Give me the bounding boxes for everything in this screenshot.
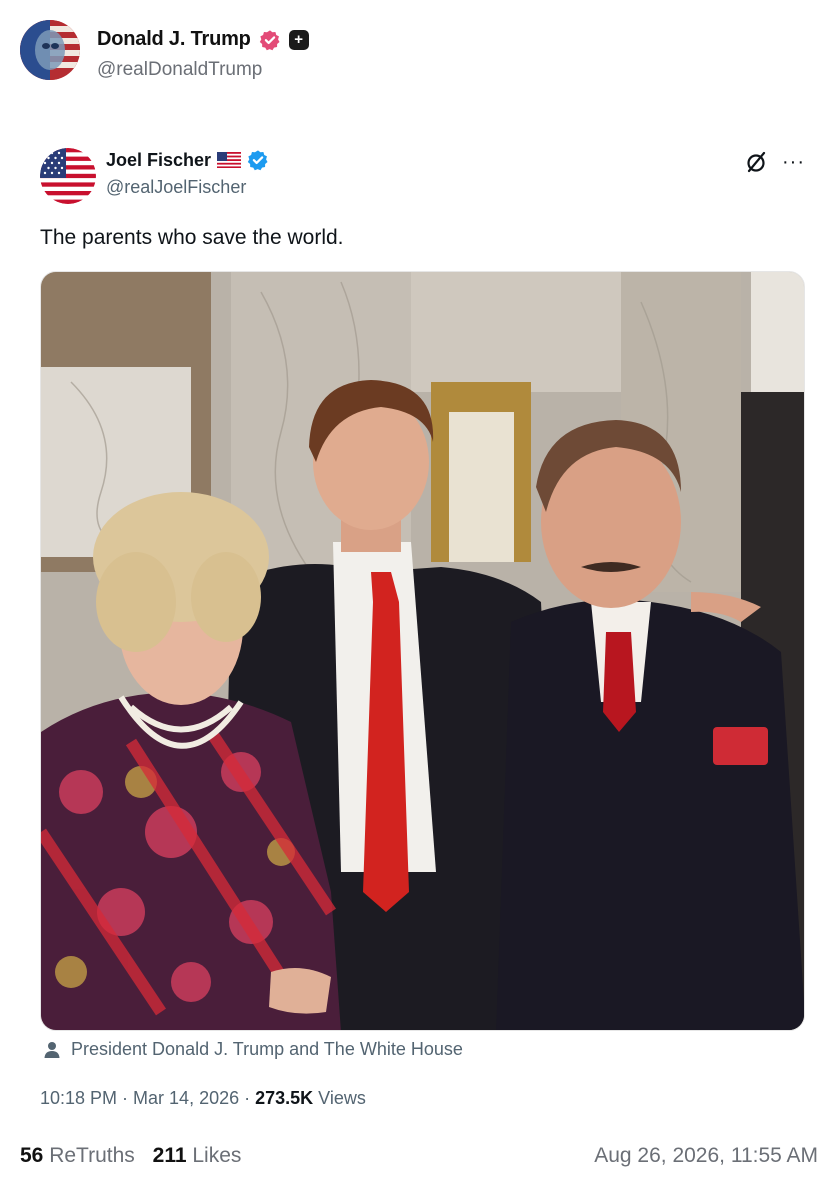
likes-count: 211 (152, 1144, 187, 1167)
post-date[interactable]: Mar 14, 2026 (133, 1088, 239, 1108)
retruths-label: ReTruths (49, 1144, 135, 1167)
us-flag-icon (217, 152, 242, 168)
post-avatar[interactable] (40, 148, 96, 204)
outer-post-header: Donald J. Trump + @realDonaldTrump (20, 20, 820, 84)
photo-credit: President Donald J. Trump and The White … (43, 1039, 463, 1060)
outer-avatar[interactable] (20, 20, 80, 80)
grok-icon[interactable] (744, 150, 768, 174)
outer-handle[interactable]: @realDonaldTrump (97, 59, 262, 81)
post-time[interactable]: 10:18 PM (40, 1088, 117, 1108)
person-icon (44, 1041, 60, 1058)
retruths-stat[interactable]: 56 ReTruths (20, 1144, 135, 1168)
retruths-count: 56 (20, 1144, 44, 1167)
outer-display-name[interactable]: Donald J. Trump (97, 28, 251, 51)
meta-separator: · (117, 1088, 134, 1108)
outer-post-footer: 56 ReTruths 211 Likes Aug 26, 2026, 11:5… (20, 1144, 818, 1172)
likes-label: Likes (192, 1144, 242, 1167)
post-handle[interactable]: @realJoelFischer (106, 177, 246, 198)
post-text: The parents who save the world. (40, 226, 344, 249)
more-icon[interactable]: ··· (782, 152, 805, 172)
outer-timestamp[interactable]: Aug 26, 2026, 11:55 AM (594, 1144, 818, 1168)
photo-credit-text: President Donald J. Trump and The White … (71, 1039, 463, 1059)
views-count: 273.5K (255, 1088, 314, 1108)
verified-badge-icon (247, 150, 268, 171)
views-label: Views (313, 1088, 366, 1108)
post-photo[interactable] (40, 271, 805, 1031)
post-meta: 10:18 PM · Mar 14, 2026 · 273.5K Views (40, 1088, 366, 1109)
likes-stat[interactable]: 211 Likes (153, 1144, 242, 1168)
meta-separator: · (239, 1088, 256, 1108)
post-display-name[interactable]: Joel Fischer (106, 150, 211, 171)
plus-badge-icon: + (288, 29, 309, 50)
verified-badge-icon (259, 29, 280, 50)
